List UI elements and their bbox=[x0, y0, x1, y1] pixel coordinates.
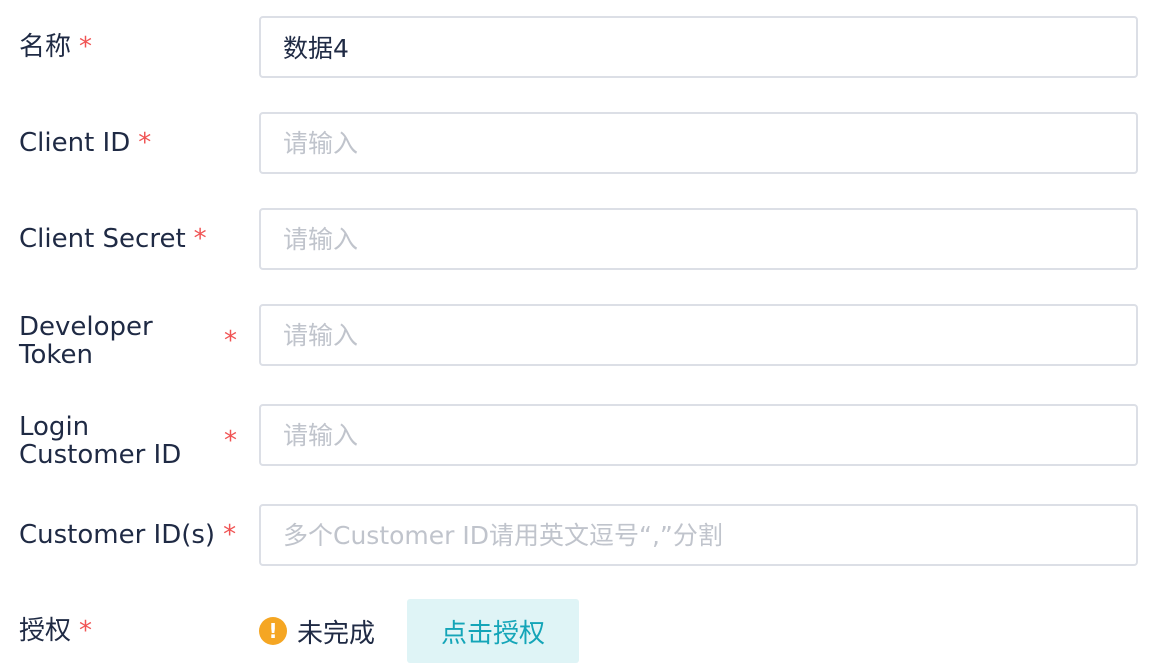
developer-token-input[interactable] bbox=[261, 306, 1136, 364]
login-customer-id-label: Login Customer ID bbox=[19, 412, 182, 470]
client-secret-label-wrap: Client Secret * bbox=[19, 208, 234, 270]
form-row-authorization: 授权 * bbox=[0, 599, 1174, 663]
form-row-client-id: Client ID * bbox=[0, 112, 1174, 174]
client-id-field bbox=[259, 112, 1138, 174]
form-row-name: 名称 * bbox=[0, 16, 1174, 78]
customer-ids-label: Customer ID(s) bbox=[19, 520, 216, 550]
authorization-label: 授权 bbox=[19, 616, 72, 646]
authorization-label-wrap: 授权 * bbox=[19, 599, 234, 663]
authorize-button[interactable]: 点击授权 bbox=[407, 599, 580, 663]
required-mark: * bbox=[138, 128, 152, 158]
client-secret-input[interactable] bbox=[261, 210, 1136, 268]
login-customer-id-input[interactable] bbox=[261, 406, 1136, 464]
name-field bbox=[259, 16, 1138, 78]
client-secret-label: Client Secret bbox=[19, 224, 186, 254]
client-id-label: Client ID bbox=[19, 128, 131, 158]
client-id-label-wrap: Client ID * bbox=[19, 112, 234, 174]
customer-ids-label-wrap: Customer ID(s) * bbox=[19, 504, 237, 566]
name-label-wrap: 名称 * bbox=[19, 16, 234, 78]
login-customer-id-label-wrap: Login Customer ID * bbox=[19, 404, 237, 478]
required-mark: * bbox=[224, 426, 237, 456]
form-row-customer-ids: Customer ID(s) * bbox=[0, 504, 1174, 566]
name-input[interactable] bbox=[261, 18, 1136, 76]
form-row-client-secret: Client Secret * bbox=[0, 208, 1174, 270]
client-id-input[interactable] bbox=[261, 114, 1136, 172]
developer-token-label: Developer Token bbox=[19, 312, 153, 370]
developer-token-label-wrap: Developer Token * bbox=[19, 304, 237, 378]
required-mark: * bbox=[79, 616, 93, 646]
name-label: 名称 bbox=[19, 32, 72, 62]
required-mark: * bbox=[224, 326, 237, 356]
required-mark: * bbox=[223, 520, 237, 550]
client-secret-field bbox=[259, 208, 1138, 270]
developer-token-field bbox=[259, 304, 1138, 366]
warning-icon: ! bbox=[259, 617, 287, 645]
customer-ids-field bbox=[259, 504, 1138, 566]
required-mark: * bbox=[193, 224, 207, 254]
authorization-status: 未完成 bbox=[297, 618, 376, 649]
authorization-area: ! 未完成 点击授权 bbox=[259, 599, 580, 663]
customer-ids-input[interactable] bbox=[261, 506, 1136, 564]
login-customer-id-field bbox=[259, 404, 1138, 466]
required-mark: * bbox=[79, 32, 93, 62]
form-row-developer-token: Developer Token * bbox=[0, 304, 1174, 369]
form-row-login-customer-id: Login Customer ID * bbox=[0, 404, 1174, 469]
